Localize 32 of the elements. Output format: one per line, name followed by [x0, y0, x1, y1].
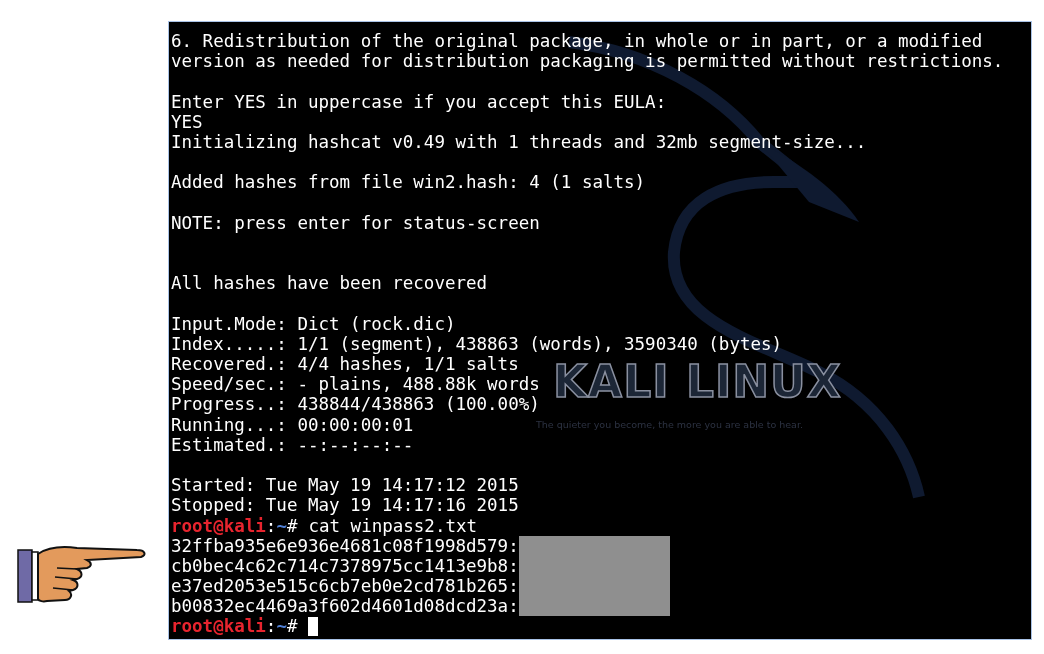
- terminal-line: Speed/sec.: - plains, 488.88k words: [171, 374, 540, 395]
- terminal-line: version as needed for distribution packaging is permitted without restrictions.: [171, 51, 1004, 72]
- prompt-user-host: root@kali: [171, 616, 266, 637]
- terminal-line: YES: [171, 111, 203, 132]
- logo-text: KALI LINUX: [553, 360, 842, 404]
- terminal-line: 6. Redistribution of the original package, in whole or in part, or a modified: [171, 31, 983, 51]
- hash-text: e37ed2053e515c6cb7eb0e2cd781b265:: [171, 576, 519, 597]
- prompt-symbol: #: [286, 515, 298, 536]
- terminal-line: Input.Mode: Dict (rock.dic): [171, 313, 456, 334]
- hash-text: cb0bec4c62c714c7378975cc1413e9b8:: [171, 555, 519, 577]
- terminal-line: Stopped: Tue May 19 14:17:16 2015: [171, 495, 519, 516]
- hash-text: 32ffba935e6e936e4681c08f1998d579:: [171, 535, 519, 556]
- terminal-line: Recovered.: 4/4 hashes, 1/1 salts: [171, 354, 519, 374]
- hash-text: b00832ec4469a3f602d4601d08dcd23a:: [171, 596, 519, 617]
- terminal-line: Estimated.: --:--:--:--: [171, 434, 414, 455]
- tagline-text: The quieter you become, the more you are able to hear.: [536, 419, 803, 430]
- terminal-line: Initializing hashcat v0.49 with 1 threads and 32mb segment-size...: [171, 131, 867, 152]
- prompt-separator: :: [265, 616, 277, 637]
- terminal-line: Started: Tue May 19 14:17:12 2015: [171, 475, 519, 496]
- terminal-line: Index.....: 1/1 (segment), 438863 (words), 3590340 (bytes): [171, 333, 783, 354]
- prompt-symbol: #: [286, 616, 298, 637]
- terminal-line: NOTE: press enter for status-screen: [171, 212, 540, 233]
- command-text: cat winpass2.txt: [308, 515, 478, 536]
- terminal-line: Enter YES in uppercase if you accept this EULA:: [171, 91, 667, 112]
- prompt-user-host: root@kali: [171, 515, 266, 536]
- prompt-path: ~: [276, 515, 287, 536]
- terminal-line: All hashes have been recovered: [171, 273, 488, 294]
- terminal-line: Running...: 00:00:00:01: [171, 414, 414, 435]
- terminal-line: Added hashes from file win2.hash: 4 (1 salts): [171, 172, 646, 193]
- prompt-separator: :: [265, 515, 277, 536]
- prompt-path: ~: [276, 616, 287, 637]
- terminal-line: Progress..: 438844/438863 (100.00%): [171, 394, 540, 415]
